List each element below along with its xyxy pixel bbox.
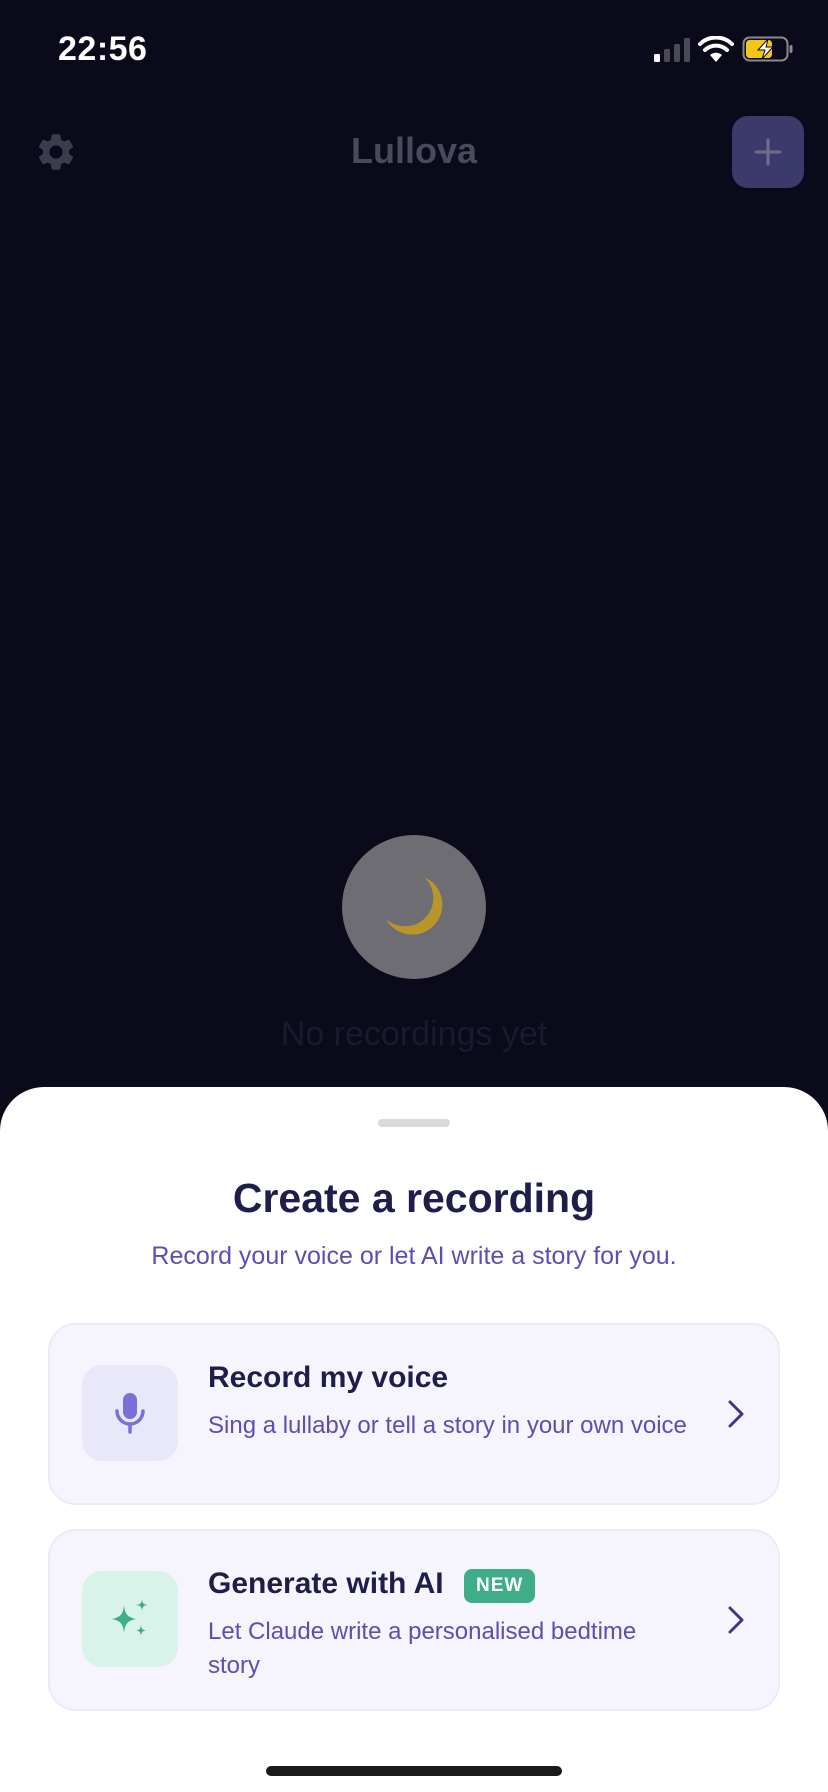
empty-state-illustration [342,835,486,979]
option-description: Let Claude write a personalised bedtime … [208,1618,637,1679]
chevron-right-icon [728,1400,744,1428]
record-voice-option[interactable]: Record my voice Sing a lullaby or tell a… [48,1323,780,1505]
app-screen: 22:56 Lullova No recordings yet Create a… [0,0,828,1792]
empty-state-text: No recordings yet [280,1015,548,1053]
cellular-signal-icon [654,38,690,62]
crescent-moon-icon [386,877,443,935]
status-bar: 22:56 [0,0,828,100]
sheet-title: Create a recording [232,1175,596,1221]
plus-icon [754,138,782,166]
option-title: Generate with AI [208,1567,444,1600]
generate-ai-option[interactable]: Generate with AI NEW Let Claude write a … [48,1529,780,1711]
chevron-right-icon [728,1606,744,1634]
app-title: Lullova [350,130,478,171]
sparkles-icon [112,1599,148,1636]
status-time: 22:56 [58,30,148,68]
wifi-icon [698,36,734,62]
add-recording-button[interactable] [732,116,804,188]
new-badge: NEW [464,1569,536,1603]
create-recording-sheet: Create a recording Record your voice or … [0,1087,828,1792]
sheet-subtitle: Record your voice or let AI write a stor… [151,1242,677,1270]
record-icon-tile [82,1365,178,1461]
battery-charging-icon [742,36,793,62]
option-title: Record my voice [208,1361,449,1394]
sheet-grabber[interactable] [378,1119,450,1127]
top-bar: Lullova [0,100,828,206]
option-description: Sing a lullaby or tell a story in your o… [208,1412,687,1439]
ai-icon-tile [82,1571,178,1667]
microphone-icon [115,1393,145,1434]
home-indicator [266,1766,562,1776]
